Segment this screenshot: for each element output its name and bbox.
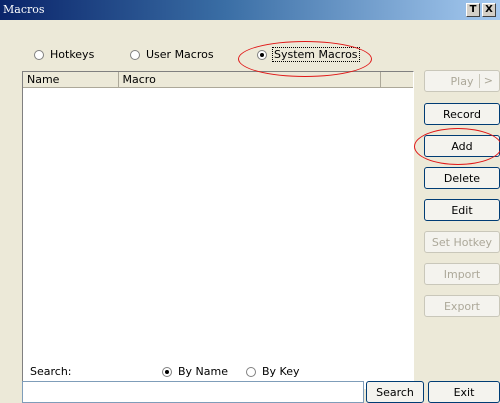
radio-checked-icon <box>162 366 172 377</box>
macros-dialog: Macros T X Hotkeys User Macros System Ma… <box>0 0 500 403</box>
radio-user-macros[interactable]: User Macros <box>130 48 214 61</box>
radio-circle-icon <box>246 366 256 377</box>
search-button[interactable]: Search <box>366 381 424 403</box>
radio-by-name-label: By Name <box>178 365 229 378</box>
radio-checked-icon <box>257 49 267 60</box>
radio-circle-icon <box>130 49 140 60</box>
radio-user-macros-label: User Macros <box>146 48 214 61</box>
delete-button[interactable]: Delete <box>424 167 500 189</box>
search-label: Search: <box>30 365 72 378</box>
record-button[interactable]: Record <box>424 103 500 125</box>
radio-hotkeys[interactable]: Hotkeys <box>34 48 94 61</box>
play-button[interactable]: Play > <box>424 70 500 92</box>
close-button[interactable]: X <box>482 3 496 17</box>
play-arrow-icon[interactable]: > <box>478 74 493 88</box>
radio-circle-icon <box>34 49 44 60</box>
macro-list[interactable]: Name Macro <box>22 71 414 389</box>
radio-system-macros[interactable]: System Macros <box>257 47 360 62</box>
play-button-label: Play <box>450 74 474 88</box>
column-header-name[interactable]: Name <box>23 72 119 88</box>
column-header-macro[interactable]: Macro <box>118 72 382 88</box>
add-button[interactable]: Add <box>424 135 500 157</box>
column-header-filler <box>381 72 413 88</box>
radio-by-key[interactable]: By Key <box>246 365 300 378</box>
import-button[interactable]: Import <box>424 263 500 285</box>
edit-button[interactable]: Edit <box>424 199 500 221</box>
title-bar[interactable]: Macros T X <box>0 0 500 20</box>
list-header: Name Macro <box>23 72 413 88</box>
radio-by-name[interactable]: By Name <box>162 365 228 378</box>
set-hotkey-button[interactable]: Set Hotkey <box>424 231 500 253</box>
radio-system-macros-label: System Macros <box>272 47 360 62</box>
radio-by-key-label: By Key <box>262 365 300 378</box>
search-input[interactable] <box>22 381 364 403</box>
window-title: Macros <box>3 3 45 16</box>
exit-button[interactable]: Exit <box>428 381 500 403</box>
radio-hotkeys-label: Hotkeys <box>50 48 95 61</box>
export-button[interactable]: Export <box>424 295 500 317</box>
help-button[interactable]: T <box>466 3 480 17</box>
